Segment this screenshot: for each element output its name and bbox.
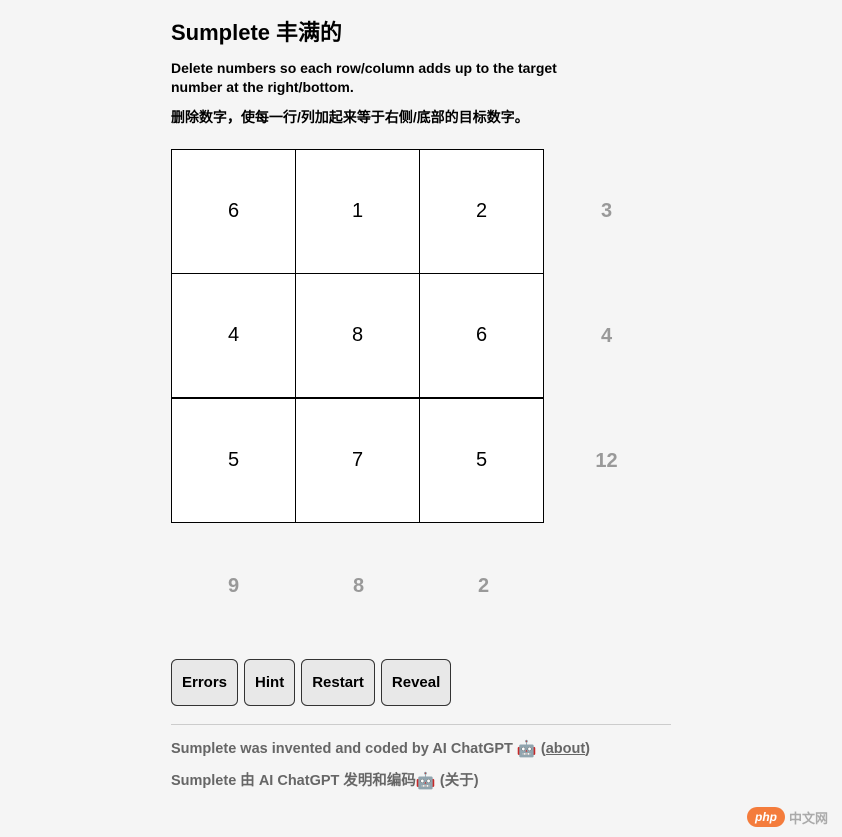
grid-cell[interactable]: 5 [171,398,296,523]
grid-cell[interactable]: 4 [171,273,296,398]
instructions-zh: 删除数字，使每一行/列加起来等于右侧/底部的目标数字。 [171,107,671,127]
php-badge: php [747,807,785,827]
grid-cell[interactable]: 8 [295,273,420,398]
robot-icon: 🤖 [416,771,436,791]
game-grid: 6 1 2 3 4 8 6 4 5 7 5 12 9 8 2 [171,149,671,649]
instructions-en: Delete numbers so each row/column adds u… [171,59,591,97]
watermark-text: 中文网 [789,808,828,827]
robot-icon: 🤖 [517,739,537,759]
errors-button[interactable]: Errors [171,659,238,706]
about-link[interactable]: about [546,741,585,757]
row-target: 3 [544,149,669,274]
grid-cell[interactable]: 7 [295,398,420,523]
col-target: 8 [296,524,421,649]
divider [171,724,671,725]
row-target: 12 [544,399,669,524]
grid-cell[interactable]: 6 [171,149,296,274]
footer-text: Sumplete was invented and coded by AI Ch… [171,741,517,757]
footer-text: (关于) [436,773,479,789]
footer-line-en: Sumplete was invented and coded by AI Ch… [171,739,671,759]
footer-paren: ( [537,741,546,757]
action-buttons: Errors Hint Restart Reveal [171,659,671,706]
footer-paren: ) [585,741,590,757]
grid-cell[interactable]: 2 [419,149,544,274]
row-target: 4 [544,274,669,399]
grid-cell[interactable]: 1 [295,149,420,274]
footer-text: Sumplete 由 AI ChatGPT 发明和编码 [171,773,416,789]
reveal-button[interactable]: Reveal [381,659,451,706]
col-target: 9 [171,524,296,649]
restart-button[interactable]: Restart [301,659,375,706]
watermark: php 中文网 [747,807,828,827]
hint-button[interactable]: Hint [244,659,295,706]
col-target: 2 [421,524,546,649]
grid-cell[interactable]: 6 [419,273,544,398]
page-title: Sumplete 丰满的 [171,15,671,47]
footer-line-zh: Sumplete 由 AI ChatGPT 发明和编码🤖 (关于) [171,769,671,791]
grid-cell[interactable]: 5 [419,398,544,523]
